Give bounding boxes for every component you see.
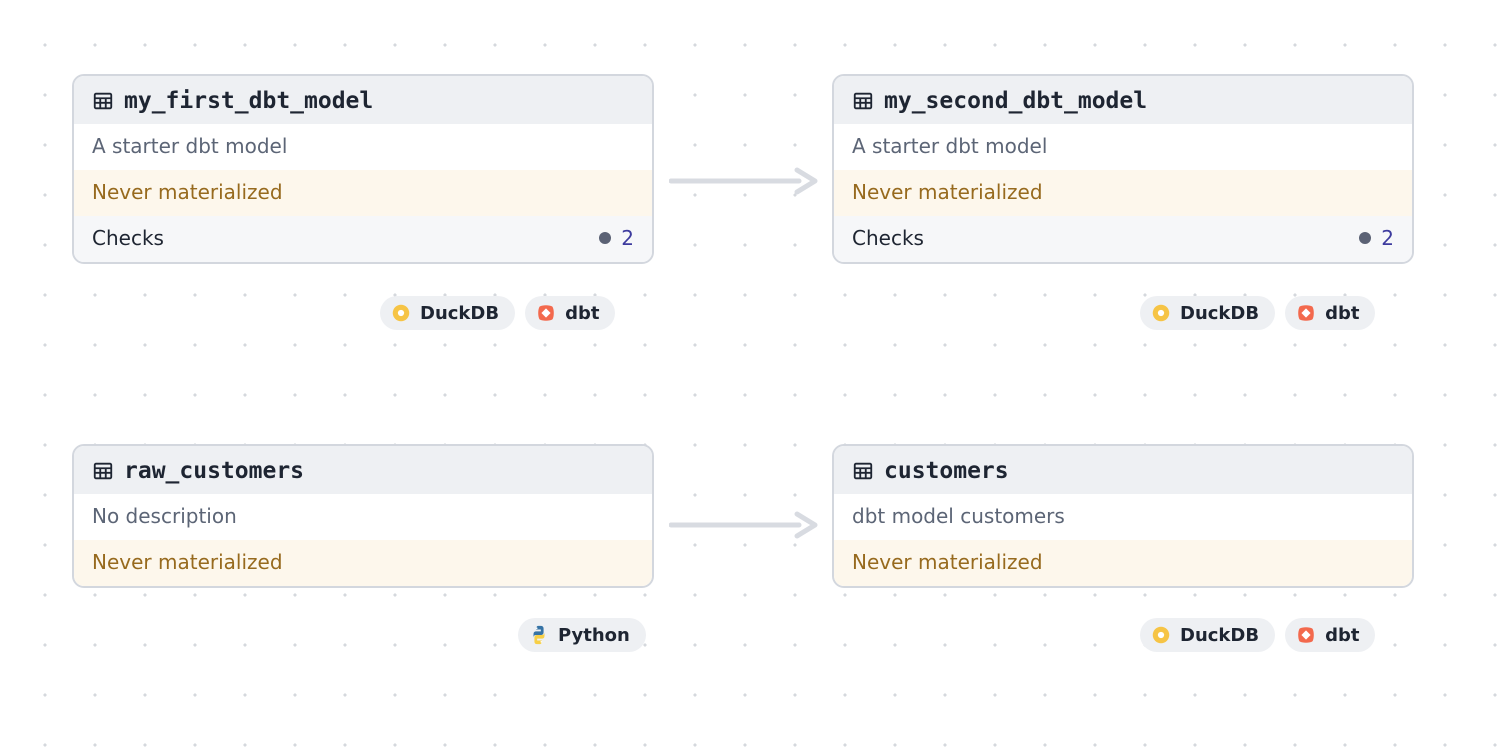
tag-dbt[interactable]: dbt <box>1285 618 1375 652</box>
table-icon <box>92 460 114 482</box>
dag-node-my-first-dbt-model[interactable]: my_first_dbt_model A starter dbt model N… <box>72 74 654 264</box>
status-dot-icon <box>599 232 611 244</box>
node-checks-row[interactable]: Checks 2 <box>74 216 652 262</box>
node-header: my_first_dbt_model <box>74 76 652 124</box>
dbt-icon <box>535 302 557 324</box>
node-title: my_first_dbt_model <box>124 88 373 114</box>
node-tags: DuckDB dbt <box>380 296 615 330</box>
table-icon <box>852 460 874 482</box>
dag-node-my-second-dbt-model[interactable]: my_second_dbt_model A starter dbt model … <box>832 74 1414 264</box>
table-icon <box>852 90 874 112</box>
node-header: raw_customers <box>74 446 652 494</box>
tag-label: Python <box>558 625 630 646</box>
tag-python[interactable]: Python <box>518 618 646 652</box>
dag-node-customers[interactable]: customers dbt model customers Never mate… <box>832 444 1414 588</box>
tag-duckdb[interactable]: DuckDB <box>1140 296 1275 330</box>
node-tags: Python <box>518 618 646 652</box>
table-icon <box>92 90 114 112</box>
tag-label: DuckDB <box>420 303 499 324</box>
tag-dbt[interactable]: dbt <box>525 296 615 330</box>
node-title: raw_customers <box>124 458 304 484</box>
tag-label: dbt <box>565 303 599 324</box>
tag-label: dbt <box>1325 625 1359 646</box>
node-tags: DuckDB dbt <box>1140 296 1375 330</box>
tag-duckdb[interactable]: DuckDB <box>380 296 515 330</box>
edge-arrow-icon <box>669 166 819 200</box>
node-description: A starter dbt model <box>834 124 1412 170</box>
duckdb-icon <box>1150 302 1172 324</box>
tag-label: dbt <box>1325 303 1359 324</box>
node-title: customers <box>884 458 1009 484</box>
node-header: customers <box>834 446 1412 494</box>
edge-arrow-icon <box>669 510 819 544</box>
node-status: Never materialized <box>74 540 652 586</box>
duckdb-icon <box>390 302 412 324</box>
duckdb-icon <box>1150 624 1172 646</box>
node-status: Never materialized <box>74 170 652 216</box>
node-description: A starter dbt model <box>74 124 652 170</box>
tag-duckdb[interactable]: DuckDB <box>1140 618 1275 652</box>
checks-label: Checks <box>92 226 599 250</box>
node-description: No description <box>74 494 652 540</box>
node-checks-row[interactable]: Checks 2 <box>834 216 1412 262</box>
node-status: Never materialized <box>834 170 1412 216</box>
node-description: dbt model customers <box>834 494 1412 540</box>
tag-label: DuckDB <box>1180 625 1259 646</box>
python-icon <box>528 624 550 646</box>
node-header: my_second_dbt_model <box>834 76 1412 124</box>
checks-label: Checks <box>852 226 1359 250</box>
node-title: my_second_dbt_model <box>884 88 1147 114</box>
status-dot-icon <box>1359 232 1371 244</box>
dbt-icon <box>1295 302 1317 324</box>
tag-dbt[interactable]: dbt <box>1285 296 1375 330</box>
checks-count: 2 <box>621 226 634 250</box>
node-tags: DuckDB dbt <box>1140 618 1375 652</box>
node-status: Never materialized <box>834 540 1412 586</box>
dag-node-raw-customers[interactable]: raw_customers No description Never mater… <box>72 444 654 588</box>
checks-count: 2 <box>1381 226 1394 250</box>
dbt-icon <box>1295 624 1317 646</box>
tag-label: DuckDB <box>1180 303 1259 324</box>
